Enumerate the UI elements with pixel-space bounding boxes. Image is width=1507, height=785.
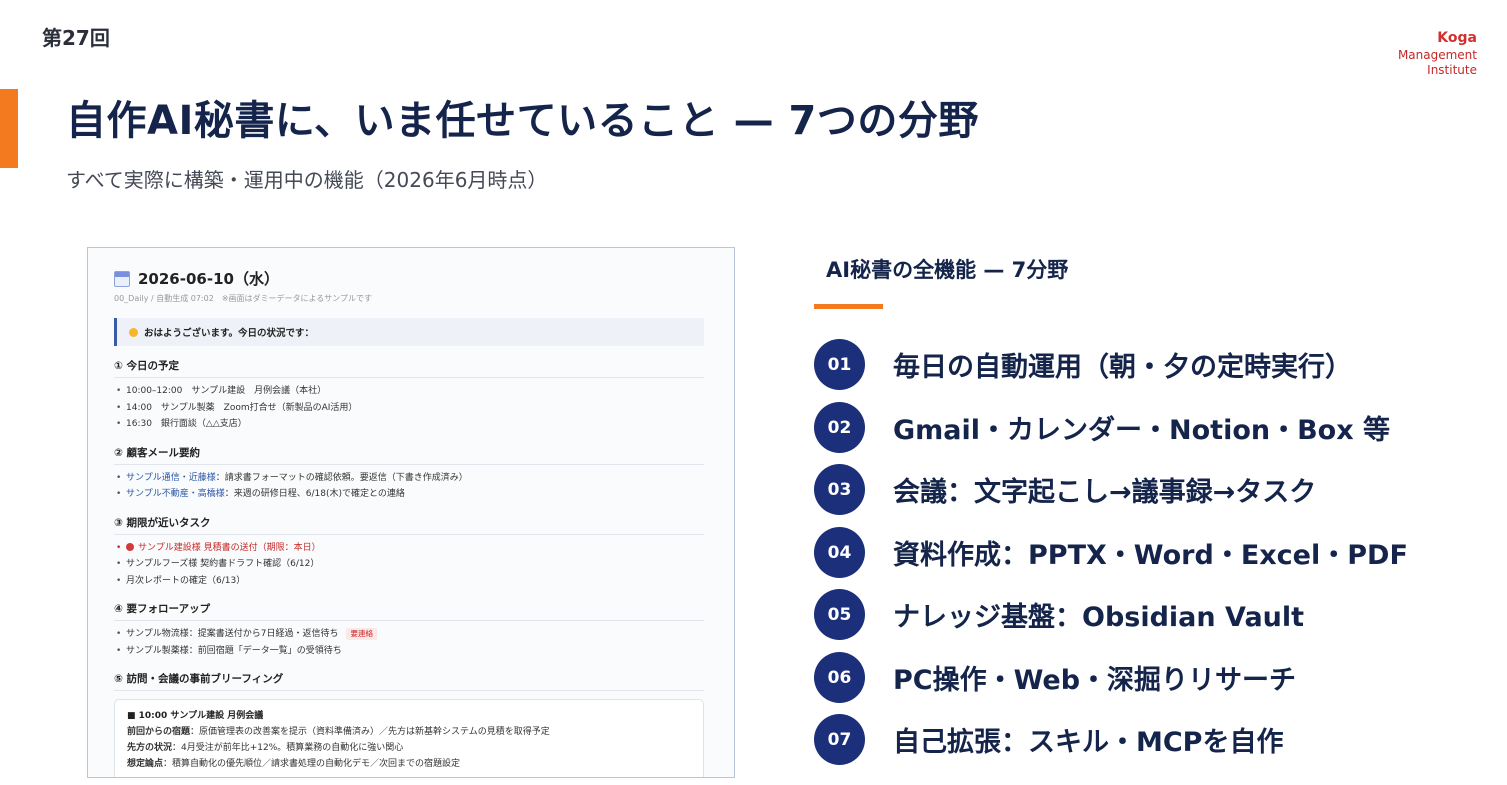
feature-item-05: 05 ナレッジ基盤：Obsidian Vault (814, 589, 1304, 640)
briefing-heading: ■ 10:00 サンプル建設 月例会議 (127, 711, 264, 721)
section-schedule: ① 今日の予定 (114, 358, 704, 378)
feature-number-badge: 06 (814, 652, 865, 703)
feature-label: PC操作・Web・深掘りリサーチ (893, 665, 1297, 696)
followup-list: サンプル物流様：提案書送付から7日経過・返信待ち要連絡 サンプル製薬様：前回宿題… (114, 626, 704, 659)
list-item: サンプル不動産・高橋様：来週の研修日程、6/18(木)で確定との連絡 (114, 486, 704, 503)
briefing-label: 先方の状況 (127, 743, 173, 753)
feature-number-badge: 03 (814, 464, 865, 515)
list-item: 14:00 サンプル製薬 Zoom打合せ（新製品のAI活用） (114, 400, 704, 417)
briefing-row: 前回からの宿題：原価管理表の改善案を提示（資料準備済み）／先方は新基幹システムの… (127, 724, 691, 740)
feature-number-badge: 04 (814, 527, 865, 578)
briefing-row: 想定論点：積算自動化の優先順位／請求書処理の自動化デモ／次回までの宿題設定 (127, 756, 691, 772)
status-badge: 要連絡 (346, 628, 377, 640)
note-meta: 00_Daily / 自動生成 07:02 ※画面はダミーデータによるサンプルで… (114, 294, 373, 303)
briefing-label: 前回からの宿題 (127, 727, 191, 737)
feature-label: ナレッジ基盤：Obsidian Vault (893, 602, 1305, 633)
note-date: 2026-06-10（水） (138, 270, 279, 288)
list-item: サンプル製薬様：前回宿題「データ一覧」の受領待ち (114, 643, 704, 660)
calendar-icon (114, 270, 130, 287)
session-number: 第27回 (42, 26, 110, 50)
task-list: サンプル建設様 見積書の送付（期限：本日） サンプルフーズ様 契約書ドラフト確認… (114, 540, 704, 590)
features-heading: AI秘書の全機能 — 7分野 (826, 258, 1069, 282)
feature-item-04: 04 資料作成：PPTX・Word・Excel・PDF (814, 527, 1408, 578)
title-accent-bar (0, 89, 18, 168)
email-summary: ：請求書フォーマットの確認依頼。要返信（下書き作成済み） (215, 472, 468, 483)
briefing-card: ■ 10:00 サンプル建設 月例会議 前回からの宿題：原価管理表の改善案を提示… (114, 699, 704, 777)
section-briefing: ⑤ 訪問・会議の事前ブリーフィング (114, 671, 704, 691)
slide-subtitle: すべて実際に構築・運用中の機能（2026年6月時点） (66, 168, 548, 192)
task-text: サンプル建設様 見積書の送付（期限：本日） (138, 542, 321, 553)
sun-icon (129, 327, 138, 337)
feature-label: Gmail・カレンダー・Notion・Box 等 (893, 415, 1391, 446)
feature-item-06: 06 PC操作・Web・深掘りリサーチ (814, 652, 1296, 703)
section-deadline-tasks: ③ 期限が近いタスク (114, 515, 704, 535)
brand-logo: Koga Management Institute (1398, 30, 1477, 78)
briefing-label: 想定論点 (127, 759, 164, 769)
feature-label: 会議：文字起こし→議事録→タスク (893, 477, 1317, 508)
feature-label: 毎日の自動運用（朝・夕の定時実行） (893, 352, 1352, 383)
features-heading-underline (814, 304, 883, 309)
schedule-list: 10:00–12:00 サンプル建設 月例会議（本社） 14:00 サンプル製薬… (114, 383, 704, 433)
followup-text: サンプル物流様：提案書送付から7日経過・返信待ち (126, 629, 339, 639)
list-item: 16:30 銀行面談（△△支店） (114, 416, 704, 433)
section-followup: ④ 要フォローアップ (114, 601, 704, 621)
feature-item-07: 07 自己拡張：スキル・MCPを自作 (814, 714, 1283, 765)
brand-line-3: Institute (1427, 62, 1477, 77)
greeting-text: おはようございます。今日の状況です： (144, 328, 315, 339)
list-item: サンプル物流様：提案書送付から7日経過・返信待ち要連絡 (114, 626, 704, 643)
note-header: 2026-06-10（水） (114, 268, 704, 289)
feature-label: 資料作成：PPTX・Word・Excel・PDF (893, 540, 1408, 571)
feature-label: 自己拡張：スキル・MCPを自作 (893, 727, 1284, 758)
feature-number-badge: 07 (814, 714, 865, 765)
feature-number-badge: 05 (814, 589, 865, 640)
list-item: サンプル通信・近藤様：請求書フォーマットの確認依頼。要返信（下書き作成済み） (114, 470, 704, 487)
red-circle-icon (126, 542, 134, 551)
list-item: 月次レポートの確定（6/13） (114, 573, 704, 590)
feature-number-badge: 01 (814, 339, 865, 390)
list-item: サンプルフーズ様 契約書ドラフト確認（6/12） (114, 556, 704, 573)
feature-number-badge: 02 (814, 402, 865, 453)
brand-line-2: Management (1397, 47, 1477, 62)
email-list: サンプル通信・近藤様：請求書フォーマットの確認依頼。要返信（下書き作成済み） サ… (114, 470, 704, 503)
briefing-text: ：4月受注が前年比+12%。積算業務の自動化に強い関心 (172, 743, 404, 753)
greeting-box: おはようございます。今日の状況です： (114, 318, 704, 346)
briefing-text: ：積算自動化の優先順位／請求書処理の自動化デモ／次回までの宿題設定 (163, 759, 461, 769)
feature-item-03: 03 会議：文字起こし→議事録→タスク (814, 464, 1316, 515)
section-email-summary: ② 顧客メール要約 (114, 445, 704, 465)
briefing-row: 先方の状況：4月受注が前年比+12%。積算業務の自動化に強い関心 (127, 740, 691, 756)
customer-name: サンプル不動産・高橋様 (126, 489, 225, 499)
list-item-urgent: サンプル建設様 見積書の送付（期限：本日） (114, 540, 704, 557)
feature-item-01: 01 毎日の自動運用（朝・夕の定時実行） (814, 339, 1352, 390)
list-item: 10:00–12:00 サンプル建設 月例会議（本社） (114, 383, 704, 400)
feature-item-02: 02 Gmail・カレンダー・Notion・Box 等 (814, 402, 1390, 453)
slide-title: 自作AI秘書に、いま任せていること — 7つの分野 (66, 98, 979, 144)
brand-line-1: Koga (1437, 30, 1477, 46)
briefing-text: ：原価管理表の改善案を提示（資料準備済み）／先方は新基幹システムの見積を取得予定 (190, 727, 550, 737)
daily-note-screenshot: 2026-06-10（水） 00_Daily / 自動生成 07:02 ※画面は… (87, 247, 735, 778)
email-summary: ：来週の研修日程、6/18(木)で確定との連絡 (224, 489, 405, 499)
customer-name: サンプル通信・近藤様 (126, 472, 216, 483)
